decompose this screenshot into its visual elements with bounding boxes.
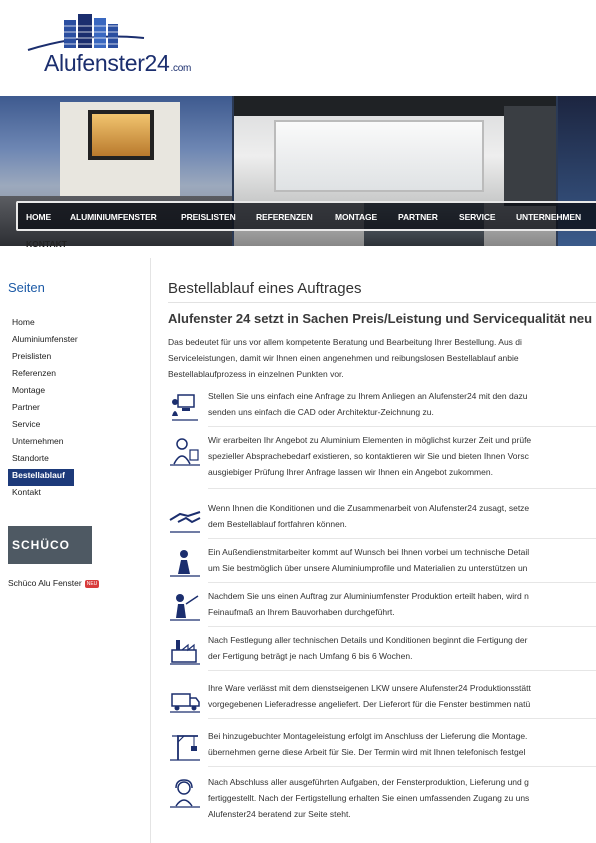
sidebar-title: Seiten xyxy=(8,280,45,295)
step-line: Wenn Ihnen die Konditionen und die Zusam… xyxy=(208,503,530,513)
intro-line: Serviceleistungen, damit wir Ihnen einen… xyxy=(168,353,519,363)
sidebar-item-unternehmen[interactable]: Unternehmen xyxy=(8,435,118,452)
step-line: fertiggestellt. Nach der Fertigstellung … xyxy=(208,793,530,803)
intro-line: Das bedeutet für uns vor allem kompetent… xyxy=(168,337,522,347)
step-text: Nachdem Sie uns einen Auftrag zur Alumin… xyxy=(208,588,596,620)
nav-kontakt[interactable]: KONTAKT xyxy=(26,239,67,249)
logo-suffix: .com xyxy=(170,63,192,74)
step-line: Ihre Ware verlässt mit dem dienstseigene… xyxy=(208,683,531,693)
step-divider xyxy=(208,670,596,671)
header: Alufenster24.com xyxy=(0,0,596,96)
sidebar-item-referenzen[interactable]: Referenzen xyxy=(8,367,118,384)
step-line: vorgegebenen Lieferadresse angeliefert. … xyxy=(208,699,531,709)
step-divider xyxy=(208,426,596,427)
factory-icon xyxy=(170,640,200,665)
step-text: Stellen Sie uns einfach eine Anfrage zu … xyxy=(208,388,596,420)
step-text: Nach Festlegung aller technischen Detail… xyxy=(208,632,596,664)
step-line: Alufenster24 beratend zur Seite steht. xyxy=(208,809,351,819)
intro-text: Das bedeutet für uns vor allem kompetent… xyxy=(168,334,596,382)
step-divider xyxy=(208,582,596,583)
schuco-link-label: Schüco Alu Fenster xyxy=(8,578,82,588)
title-divider xyxy=(168,302,596,303)
step-line: übernehmen gerne diese Arbeit für Sie. D… xyxy=(208,747,526,757)
step-text: Wir erarbeiten Ihr Angebot zu Aluminium … xyxy=(208,432,596,480)
truck-icon xyxy=(170,693,200,713)
sidebar-item-aluminiumfenster[interactable]: Aluminiumfenster xyxy=(8,333,118,350)
step-line: der Fertigung beträgt je nach Umfang 6 b… xyxy=(208,651,413,661)
sidebar-item-preislisten[interactable]: Preislisten xyxy=(8,350,118,367)
nav-preislisten[interactable]: PREISLISTEN xyxy=(181,212,236,222)
step-line: Feinaufmaß an Ihrem Bauvorhaben durchgef… xyxy=(208,607,395,617)
step-line: Wir erarbeiten Ihr Angebot zu Aluminium … xyxy=(208,435,532,445)
nav-unternehmen[interactable]: UNTERNEHMEN xyxy=(516,212,581,222)
nav-home[interactable]: HOME xyxy=(26,212,51,222)
logo-name: Alufenster24 xyxy=(44,50,170,76)
main-nav: HOME ALUMINIUMFENSTER PREISLISTEN REFERE… xyxy=(16,201,596,231)
page-subtitle: Alufenster 24 setzt in Sachen Preis/Leis… xyxy=(168,311,593,326)
intro-line: Bestellablaufprozess in einzelnen Punkte… xyxy=(168,369,344,379)
step-line: Stellen Sie uns einfach eine Anfrage zu … xyxy=(208,391,528,401)
step-text: Ein Außendienstmitarbeiter kommt auf Wun… xyxy=(208,544,596,576)
step-line: um Sie bestmöglich über unsere Aluminium… xyxy=(208,563,528,573)
nav-referenzen[interactable]: REFERENZEN xyxy=(256,212,313,222)
new-badge: NEU xyxy=(84,579,100,588)
computer-icon xyxy=(172,394,198,421)
step-line: Nach Abschluss aller ausgeführten Aufgab… xyxy=(208,777,529,787)
step-text: Nach Abschluss aller ausgeführten Aufgab… xyxy=(208,774,596,822)
step-line: Nach Festlegung aller technischen Detail… xyxy=(208,635,528,645)
schuco-logo[interactable]: SCHÜCO xyxy=(8,526,92,564)
step-text: Bei hinzugebuchter Montageleistung erfol… xyxy=(208,728,596,760)
nav-partner[interactable]: PARTNER xyxy=(398,212,438,222)
sidebar: Seiten Home Aluminiumfenster Preislisten… xyxy=(0,258,150,843)
sidebar-item-home[interactable]: Home xyxy=(8,316,118,333)
step-divider xyxy=(208,626,596,627)
sidebar-divider xyxy=(150,258,151,843)
step-divider xyxy=(208,538,596,539)
step-divider xyxy=(208,488,596,489)
sidebar-list: Home Aluminiumfenster Preislisten Refere… xyxy=(8,316,118,503)
step-line: ausgiebiger Prüfung Ihrer Anfrage lassen… xyxy=(208,467,493,477)
step-line: dem Bestellablauf fortfahren können. xyxy=(208,519,347,529)
schuco-link[interactable]: Schüco Alu Fenster NEU xyxy=(8,578,100,588)
field-agent-icon xyxy=(170,550,200,577)
step-text: Wenn Ihnen die Konditionen und die Zusam… xyxy=(208,500,596,532)
step-line: senden uns einfach die CAD oder Architek… xyxy=(208,407,434,417)
logo-text[interactable]: Alufenster24.com xyxy=(44,50,191,77)
crane-icon xyxy=(170,735,200,761)
step-line: Bei hinzugebuchter Montageleistung erfol… xyxy=(208,731,528,741)
step-line: Ein Außendienstmitarbeiter kommt auf Wun… xyxy=(208,547,530,557)
step-line: Nachdem Sie uns einen Auftrag zur Alumin… xyxy=(208,591,529,601)
nav-service[interactable]: SERVICE xyxy=(459,212,496,222)
sidebar-item-service[interactable]: Service xyxy=(8,418,118,435)
consultant-icon xyxy=(170,438,200,466)
step-divider xyxy=(208,766,596,767)
sidebar-item-partner[interactable]: Partner xyxy=(8,401,118,418)
sidebar-item-standorte[interactable]: Standorte xyxy=(8,452,118,469)
sidebar-item-kontakt[interactable]: Kontakt xyxy=(8,486,118,503)
step-divider xyxy=(208,718,596,719)
support-icon xyxy=(170,779,200,808)
nav-aluminiumfenster[interactable]: ALUMINIUMFENSTER xyxy=(70,212,157,222)
handshake-icon xyxy=(169,511,201,533)
sidebar-item-bestellablauf[interactable]: Bestellablauf xyxy=(8,469,74,486)
schuco-logo-text: SCHÜCO xyxy=(12,538,71,552)
step-line: spezieller Absprachebedarf existieren, s… xyxy=(208,451,529,461)
sidebar-item-montage[interactable]: Montage xyxy=(8,384,118,401)
nav-montage[interactable]: MONTAGE xyxy=(335,212,377,222)
measuring-icon xyxy=(170,594,200,621)
step-text: Ihre Ware verlässt mit dem dienstseigene… xyxy=(208,680,596,712)
page-title: Bestellablauf eines Auftrages xyxy=(168,280,362,297)
